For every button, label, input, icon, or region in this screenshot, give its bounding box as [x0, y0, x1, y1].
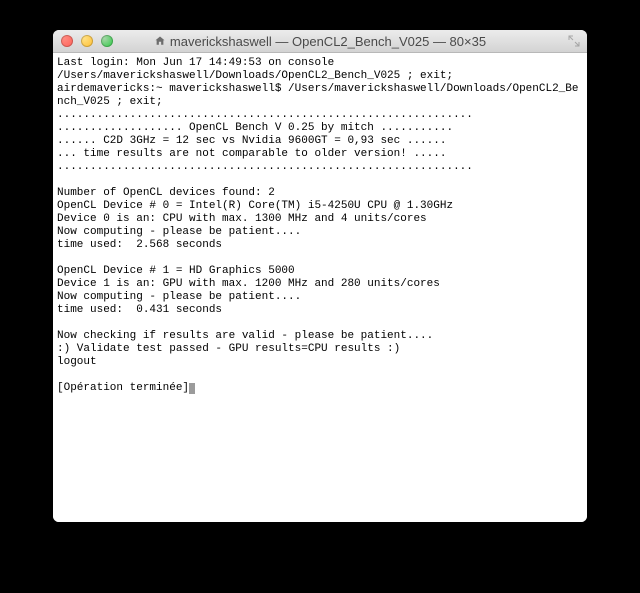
titlebar[interactable]: maverickshaswell — OpenCL2_Bench_V025 — … [53, 30, 587, 53]
home-icon [154, 35, 166, 47]
fullscreen-icon[interactable] [567, 34, 581, 48]
window-title-text: maverickshaswell — OpenCL2_Bench_V025 — … [170, 34, 486, 49]
traffic-lights [61, 35, 113, 47]
terminal-window: maverickshaswell — OpenCL2_Bench_V025 — … [53, 30, 587, 522]
terminal-body[interactable]: Last login: Mon Jun 17 14:49:53 on conso… [53, 53, 587, 522]
window-title: maverickshaswell — OpenCL2_Bench_V025 — … [53, 34, 587, 49]
zoom-icon[interactable] [101, 35, 113, 47]
terminal-output: Last login: Mon Jun 17 14:49:53 on conso… [57, 57, 583, 395]
minimize-icon[interactable] [81, 35, 93, 47]
close-icon[interactable] [61, 35, 73, 47]
cursor-icon [189, 383, 195, 394]
